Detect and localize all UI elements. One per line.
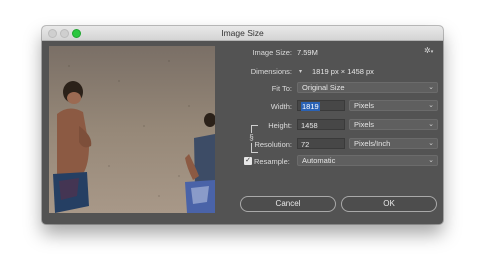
resolution-unit-value: Pixels/Inch [354,139,391,148]
ok-button[interactable]: OK [341,196,437,212]
width-unit-value: Pixels [354,101,375,110]
image-size-label: Image Size: [252,48,292,57]
resolution-unit-select[interactable]: Pixels/Inch ⌄ [349,138,438,149]
dimensions-value: 1819 px × 1458 px [312,67,374,76]
width-unit-select[interactable]: Pixels ⌄ [349,100,438,111]
checkmark-icon: ✓ [245,157,251,164]
resolution-input[interactable]: 72 [297,138,345,149]
chevron-updown-icon: ⌄ [428,84,434,91]
chevron-updown-icon: ⌄ [428,121,434,128]
title-bar: Image Size [42,26,443,41]
image-preview[interactable] [49,46,215,213]
height-label: Height: [268,121,292,130]
width-label: Width: [270,102,292,111]
image-size-dialog: Image Size Image Size: 7.59M ✲▾ Dimensio… [42,26,443,224]
dimensions-units-dropdown-icon[interactable]: ▾ [299,68,302,75]
window-title: Image Size [221,28,264,38]
width-input[interactable]: 1819 [297,100,345,111]
resolution-value: 72 [301,140,310,149]
chevron-updown-icon: ⌄ [428,157,434,164]
height-value: 1458 [301,121,318,130]
cancel-button[interactable]: Cancel [240,196,336,212]
resample-checkbox[interactable]: ✓ [244,157,252,165]
height-unit-value: Pixels [354,120,375,129]
chevron-updown-icon: ⌄ [428,140,434,147]
fit-to-value: Original Size [302,83,345,92]
resolution-label: Resolution: [254,140,292,149]
image-size-value: 7.59M [297,48,318,57]
gear-icon[interactable]: ✲▾ [424,46,433,55]
resample-label: Resample: [254,157,290,166]
resample-select[interactable]: Automatic ⌄ [297,155,438,166]
height-unit-select[interactable]: Pixels ⌄ [349,119,438,130]
width-value: 1819 [301,102,320,111]
fit-to-label: Fit To: [271,84,292,93]
dimensions-label: Dimensions: [250,67,292,76]
fit-to-select[interactable]: Original Size ⌄ [297,82,438,93]
chevron-updown-icon: ⌄ [428,102,434,109]
height-input[interactable]: 1458 [297,119,345,130]
resample-value: Automatic [302,156,336,165]
